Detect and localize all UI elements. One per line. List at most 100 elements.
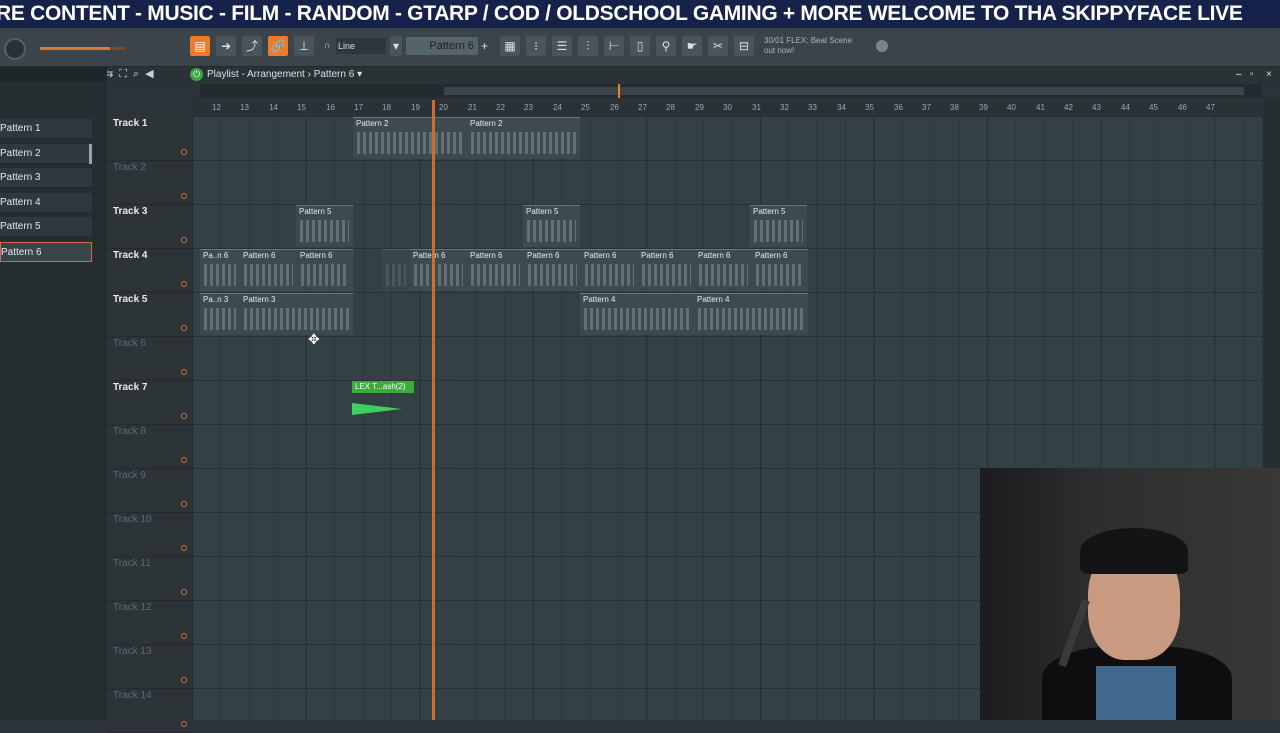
bar-tick: 19 [411, 103, 420, 112]
track-header[interactable]: Track 14 [107, 688, 192, 733]
pattern-clip[interactable]: Pattern 6 [410, 249, 467, 291]
track-header[interactable]: Track 8 [107, 424, 192, 469]
pattern-clip[interactable]: Pattern 6 [695, 249, 752, 291]
link-icon[interactable]: 🔗 [268, 36, 288, 56]
pattern-clip[interactable]: Pattern 6 [638, 249, 695, 291]
track-header[interactable]: Track 12 [107, 600, 192, 645]
piano-roll-icon[interactable]: ▦ [500, 36, 520, 56]
bar-tick: 44 [1121, 103, 1130, 112]
mixer-icon[interactable]: ⫶ [578, 36, 598, 56]
master-pitch-slider[interactable] [40, 47, 125, 50]
clip-label: Pattern 6 [470, 251, 503, 260]
pattern-item[interactable]: Pattern 2 [0, 144, 92, 164]
track-mute-icon[interactable] [181, 237, 187, 243]
browser-icon[interactable]: ▯ [630, 36, 650, 56]
pattern-clip[interactable]: Pattern 6 [240, 249, 297, 291]
pattern-clip[interactable]: Pattern 6 [467, 249, 524, 291]
pattern-clip[interactable]: Pattern 6 [524, 249, 581, 291]
stamp-icon[interactable]: ⊥ [294, 36, 314, 56]
bar-tick: 14 [269, 103, 278, 112]
minimize-icon[interactable]: – [1236, 68, 1242, 81]
master-volume-knob[interactable] [4, 38, 26, 60]
track-name: Track 11 [113, 558, 151, 569]
track-mute-icon[interactable] [181, 369, 187, 375]
track-mute-icon[interactable] [181, 677, 187, 683]
pattern-clip[interactable]: Pattern 2 [467, 117, 580, 159]
pattern-clip[interactable]: Pattern 5 [750, 205, 807, 247]
touch-icon[interactable]: ☛ [682, 36, 702, 56]
scroll-thumb[interactable] [444, 87, 1244, 95]
pattern-clip[interactable]: Pattern 6 [752, 249, 808, 291]
track-header[interactable]: Track 13 [107, 644, 192, 689]
track-header[interactable]: Track 7 [107, 380, 192, 425]
track-header[interactable]: Track 2 [107, 160, 192, 205]
curve-icon[interactable]: ⤴ [242, 36, 262, 56]
pattern-clip-ghost[interactable] [382, 249, 410, 291]
pattern-item-selected[interactable]: Pattern 6 [0, 242, 92, 262]
export-icon[interactable]: ⊟ [734, 36, 754, 56]
track-mute-icon[interactable] [181, 325, 187, 331]
pattern-item[interactable]: Pattern 3 [0, 168, 92, 188]
track-mute-icon[interactable] [181, 193, 187, 199]
clip-label: Pa..n 6 [203, 251, 229, 260]
pattern-clip[interactable]: Pattern 6 [581, 249, 638, 291]
track-mute-icon[interactable] [181, 457, 187, 463]
news-panel[interactable]: 30/01 FLEX: Beat Scene out now! [764, 36, 852, 56]
track-header[interactable]: Track 9 [107, 468, 192, 513]
track-header[interactable]: Track 5 [107, 292, 192, 337]
clip-notes [204, 264, 236, 286]
close-icon[interactable]: × [1266, 68, 1272, 81]
pattern-item[interactable]: Pattern 5 [0, 217, 92, 237]
step-seq-icon[interactable]: ⁝ [526, 36, 546, 56]
pattern-item[interactable]: Pattern 4 [0, 193, 92, 213]
track-header[interactable]: Track 4 [107, 248, 192, 293]
track-headers: Track 1 Track 2 Track 3 Track 4 Track 5 … [107, 116, 192, 733]
maximize-icon[interactable]: ▫ [1250, 68, 1254, 81]
playlist-button[interactable]: ▤ [190, 36, 210, 56]
horizontal-scrollbar[interactable] [200, 84, 1262, 98]
snap-dropdown-icon[interactable]: ▾ [390, 36, 402, 56]
track-mute-icon[interactable] [181, 413, 187, 419]
track-header[interactable]: Track 11 [107, 556, 192, 601]
clip-label: Pattern 6 [698, 251, 731, 260]
pattern-clip[interactable]: Pattern 4 [580, 293, 694, 335]
channel-rack-icon[interactable]: ☰ [552, 36, 572, 56]
clip-notes [471, 132, 576, 154]
clip-notes [584, 308, 690, 330]
pattern-clip[interactable]: Pattern 5 [523, 205, 580, 247]
track-mute-icon[interactable] [181, 633, 187, 639]
pattern-clip[interactable]: Pattern 2 [353, 117, 467, 159]
track-mute-icon[interactable] [181, 721, 187, 727]
pattern-clip[interactable]: Pa..n 6 [200, 249, 240, 291]
track-header[interactable]: Track 10 [107, 512, 192, 557]
record-icon[interactable]: ✂ [708, 36, 728, 56]
add-pattern-button[interactable]: + [481, 37, 491, 55]
globe-icon[interactable] [876, 40, 888, 52]
track-mute-icon[interactable] [181, 149, 187, 155]
track-mute-icon[interactable] [181, 501, 187, 507]
track-header[interactable]: Track 6 [107, 336, 192, 381]
arrow-icon[interactable]: ➜ [216, 36, 236, 56]
track-name: Track 12 [113, 602, 152, 613]
song-position-marker[interactable] [618, 84, 620, 98]
audio-clip[interactable]: LEX T...ash(2) [352, 381, 414, 423]
pattern-item[interactable]: Pattern 1 [0, 119, 92, 139]
snap-select[interactable]: Line [336, 38, 386, 54]
plugin-icon[interactable]: ⚲ [656, 36, 676, 56]
timeline-ruler[interactable]: 12 13 14 15 16 17 18 19 20 21 22 23 24 2… [192, 100, 1262, 117]
track-mute-icon[interactable] [181, 589, 187, 595]
track-header[interactable]: Track 1 [107, 116, 192, 161]
playlist-power-icon[interactable]: ⏻ [190, 68, 203, 81]
playhead[interactable] [432, 100, 435, 720]
track-mute-icon[interactable] [181, 545, 187, 551]
hierarchy-icon[interactable]: ⊢ [604, 36, 624, 56]
pattern-clip[interactable]: Pattern 4 [694, 293, 808, 335]
pattern-clip[interactable]: Pattern 5 [296, 205, 353, 247]
track-mute-icon[interactable] [181, 281, 187, 287]
bar-tick: 29 [695, 103, 704, 112]
pattern-clip[interactable]: Pa..n 3 [200, 293, 240, 335]
pattern-selector[interactable]: Pattern 6 [406, 37, 478, 55]
track-header[interactable]: Track 3 [107, 204, 192, 249]
pattern-clip[interactable]: Pattern 3 [240, 293, 353, 335]
pattern-clip[interactable]: Pattern 6 [297, 249, 353, 291]
